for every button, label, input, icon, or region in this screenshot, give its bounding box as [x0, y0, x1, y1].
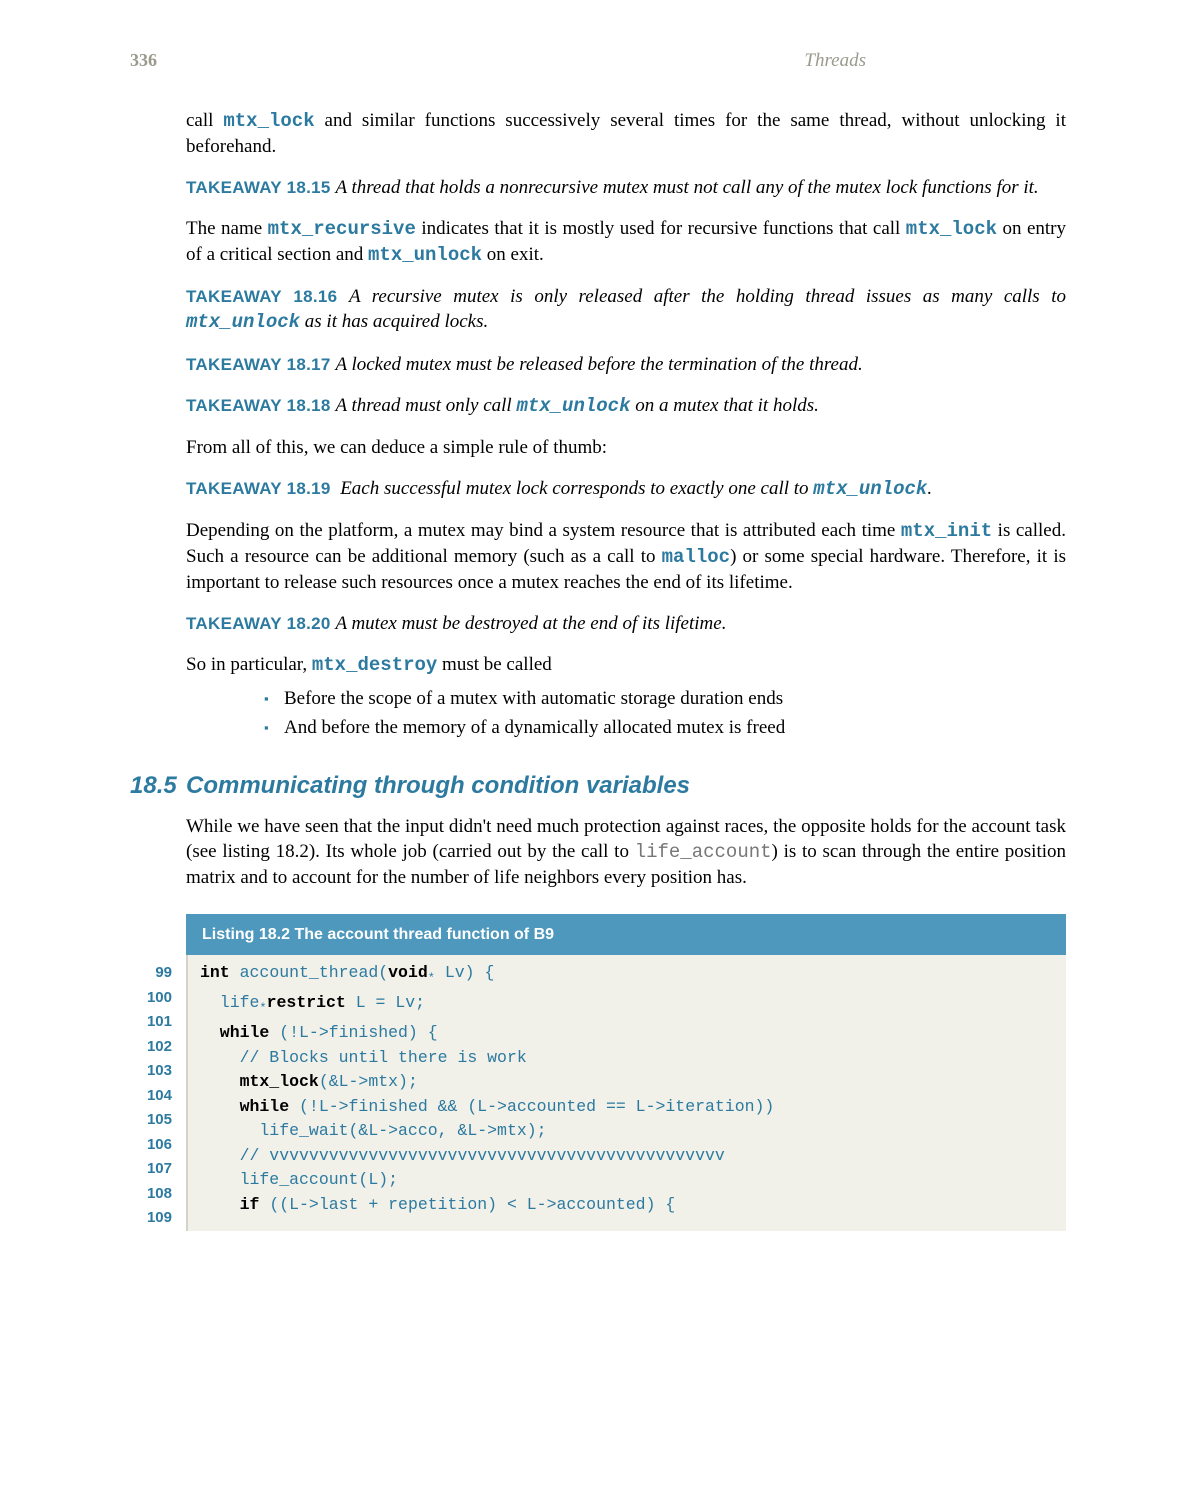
code-inline: mtx_unlock: [186, 311, 300, 333]
section-heading: 18.5 Communicating through condition var…: [130, 770, 1066, 802]
takeaway-label: TAKEAWAY 18.20: [186, 614, 331, 633]
code-inline-gray: life_account: [635, 841, 772, 863]
code-inline: mtx_destroy: [312, 654, 437, 676]
page-header: 336 Threads: [130, 50, 1066, 72]
code-inline: malloc: [662, 546, 730, 568]
takeaway-label: TAKEAWAY 18.18: [186, 396, 331, 415]
takeaway: TAKEAWAY 18.18 A thread must only call m…: [186, 393, 1066, 419]
takeaway: TAKEAWAY 18.16 A recursive mutex is only…: [186, 284, 1066, 335]
takeaway-label: TAKEAWAY 18.17: [186, 355, 331, 374]
code-inline: mtx_unlock: [516, 395, 630, 417]
code-inline: mtx_lock: [906, 218, 997, 240]
takeaway-body: A thread must only call mtx_unlock on a …: [335, 395, 818, 416]
list-item: Before the scope of a mutex with automat…: [264, 686, 1066, 711]
bullet-list: Before the scope of a mutex with automat…: [264, 686, 1066, 740]
takeaway: TAKEAWAY 18.15 A thread that holds a non…: [186, 175, 1066, 200]
takeaway-body: A locked mutex must be released before t…: [335, 354, 862, 375]
code-body: int account_thread(void* Lv) { life*rest…: [186, 955, 1066, 1231]
paragraph: The name mtx_recursive indicates that it…: [186, 216, 1066, 268]
takeaway-label: TAKEAWAY 18.16: [186, 287, 337, 306]
section-title: Communicating through condition variable…: [186, 770, 690, 802]
running-title: Threads: [804, 50, 1066, 72]
paragraph: call mtx_lock and similar functions succ…: [186, 108, 1066, 159]
takeaway-body: Each successful mutex lock corresponds t…: [340, 478, 932, 499]
takeaway-label: TAKEAWAY 18.19: [186, 479, 331, 498]
list-item: And before the memory of a dynamically a…: [264, 715, 1066, 740]
takeaway: TAKEAWAY 18.20 A mutex must be destroyed…: [186, 611, 1066, 636]
paragraph: Depending on the platform, a mutex may b…: [186, 518, 1066, 595]
code-inline: mtx_unlock: [813, 478, 927, 500]
code-inline: mtx_init: [901, 520, 992, 542]
section-number: 18.5: [130, 770, 186, 802]
takeaway: TAKEAWAY 18.19 Each successful mutex loc…: [186, 476, 1066, 502]
code-listing: Listing 18.2 The account thread function…: [130, 914, 1066, 1231]
takeaway: TAKEAWAY 18.17 A locked mutex must be re…: [186, 352, 1066, 377]
page-number: 336: [130, 50, 157, 72]
body-content: call mtx_lock and similar functions succ…: [186, 108, 1066, 1231]
paragraph: So in particular, mtx_destroy must be ca…: [186, 652, 1066, 678]
takeaway-body: A mutex must be destroyed at the end of …: [335, 613, 726, 634]
code-inline: mtx_recursive: [268, 218, 416, 240]
listing-header: Listing 18.2 The account thread function…: [186, 914, 1066, 955]
line-numbers: 99100101 102103104 105106107 108109: [130, 955, 186, 1231]
paragraph: While we have seen that the input didn't…: [186, 814, 1066, 890]
code-inline: mtx_lock: [223, 110, 314, 132]
code-inline: mtx_unlock: [368, 244, 482, 266]
paragraph: From all of this, we can deduce a simple…: [186, 435, 1066, 460]
takeaway-label: TAKEAWAY 18.15: [186, 178, 331, 197]
takeaway-body: A thread that holds a nonrecursive mutex…: [335, 177, 1038, 198]
